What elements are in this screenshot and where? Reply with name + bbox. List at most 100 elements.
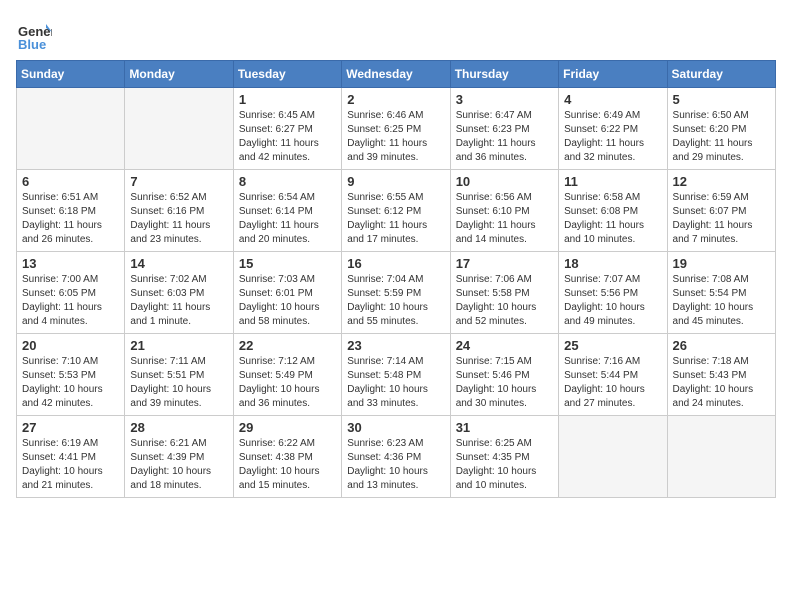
day-info: Sunrise: 6:51 AM Sunset: 6:18 PM Dayligh… (22, 191, 119, 247)
day-number: 23 (347, 338, 444, 353)
day-info: Sunrise: 6:19 AM Sunset: 4:41 PM Dayligh… (22, 437, 119, 493)
calendar-cell: 17 Sunrise: 7:06 AM Sunset: 5:58 PM Dayli… (450, 252, 558, 334)
day-number: 2 (347, 92, 444, 107)
calendar-cell (17, 88, 125, 170)
day-info: Sunrise: 6:49 AM Sunset: 6:22 PM Dayligh… (564, 109, 661, 165)
day-number: 14 (130, 256, 227, 271)
day-info: Sunrise: 6:21 AM Sunset: 4:39 PM Dayligh… (130, 437, 227, 493)
day-info: Sunrise: 7:16 AM Sunset: 5:44 PM Dayligh… (564, 355, 661, 411)
day-info: Sunrise: 7:10 AM Sunset: 5:53 PM Dayligh… (22, 355, 119, 411)
calendar-cell: 26 Sunrise: 7:18 AM Sunset: 5:43 PM Dayli… (667, 334, 775, 416)
calendar-cell: 25 Sunrise: 7:16 AM Sunset: 5:44 PM Dayli… (559, 334, 667, 416)
day-info: Sunrise: 6:58 AM Sunset: 6:08 PM Dayligh… (564, 191, 661, 247)
day-number: 5 (673, 92, 770, 107)
day-info: Sunrise: 6:54 AM Sunset: 6:14 PM Dayligh… (239, 191, 336, 247)
day-info: Sunrise: 7:00 AM Sunset: 6:05 PM Dayligh… (22, 273, 119, 329)
calendar-cell: 23Sunrise: 7:14 AM Sunset: 5:48 PM Dayli… (342, 334, 450, 416)
day-number: 29 (239, 420, 336, 435)
weekday-header-tuesday: Tuesday (233, 61, 341, 88)
calendar-cell: 11 Sunrise: 6:58 AM Sunset: 6:08 PM Dayli… (559, 170, 667, 252)
day-number: 31 (456, 420, 553, 435)
day-number: 9 (347, 174, 444, 189)
day-number: 24 (456, 338, 553, 353)
calendar-cell: 24 Sunrise: 7:15 AM Sunset: 5:46 PM Dayli… (450, 334, 558, 416)
calendar-cell: 15 Sunrise: 7:03 AM Sunset: 6:01 PM Dayli… (233, 252, 341, 334)
day-info: Sunrise: 7:06 AM Sunset: 5:58 PM Dayligh… (456, 273, 553, 329)
day-info: Sunrise: 7:08 AM Sunset: 5:54 PM Dayligh… (673, 273, 770, 329)
calendar-cell (559, 416, 667, 498)
day-number: 27 (22, 420, 119, 435)
day-info: Sunrise: 7:07 AM Sunset: 5:56 PM Dayligh… (564, 273, 661, 329)
day-number: 26 (673, 338, 770, 353)
day-number: 13 (22, 256, 119, 271)
weekday-header-sunday: Sunday (17, 61, 125, 88)
day-number: 15 (239, 256, 336, 271)
logo-icon: General Blue (16, 16, 52, 52)
day-info: Sunrise: 7:11 AM Sunset: 5:51 PM Dayligh… (130, 355, 227, 411)
calendar-cell: 16 Sunrise: 7:04 AM Sunset: 5:59 PM Dayli… (342, 252, 450, 334)
day-number: 19 (673, 256, 770, 271)
calendar-cell: 28 Sunrise: 6:21 AM Sunset: 4:39 PM Dayli… (125, 416, 233, 498)
day-info: Sunrise: 6:59 AM Sunset: 6:07 PM Dayligh… (673, 191, 770, 247)
day-info: Sunrise: 6:22 AM Sunset: 4:38 PM Dayligh… (239, 437, 336, 493)
day-info: Sunrise: 6:50 AM Sunset: 6:20 PM Dayligh… (673, 109, 770, 165)
calendar-week-row: 13 Sunrise: 7:00 AM Sunset: 6:05 PM Dayli… (17, 252, 776, 334)
calendar-cell: 27 Sunrise: 6:19 AM Sunset: 4:41 PM Dayli… (17, 416, 125, 498)
day-info: Sunrise: 6:56 AM Sunset: 6:10 PM Dayligh… (456, 191, 553, 247)
calendar-cell: 21 Sunrise: 7:11 AM Sunset: 5:51 PM Dayli… (125, 334, 233, 416)
calendar-cell: 2 Sunrise: 6:46 AM Sunset: 6:25 PM Daylig… (342, 88, 450, 170)
calendar-week-row: 27 Sunrise: 6:19 AM Sunset: 4:41 PM Dayli… (17, 416, 776, 498)
day-info: Sunrise: 7:02 AM Sunset: 6:03 PM Dayligh… (130, 273, 227, 329)
day-info: Sunrise: 6:45 AM Sunset: 6:27 PM Dayligh… (239, 109, 336, 165)
calendar-cell: 12 Sunrise: 6:59 AM Sunset: 6:07 PM Dayli… (667, 170, 775, 252)
day-number: 22 (239, 338, 336, 353)
day-info: Sunrise: 6:47 AM Sunset: 6:23 PM Dayligh… (456, 109, 553, 165)
calendar-cell: 8 Sunrise: 6:54 AM Sunset: 6:14 PM Daylig… (233, 170, 341, 252)
calendar-cell: 18 Sunrise: 7:07 AM Sunset: 5:56 PM Dayli… (559, 252, 667, 334)
day-info: Sunrise: 6:55 AM Sunset: 6:12 PM Dayligh… (347, 191, 444, 247)
calendar-table: SundayMondayTuesdayWednesdayThursdayFrid… (16, 60, 776, 498)
weekday-header-friday: Friday (559, 61, 667, 88)
day-info: Sunrise: 7:15 AM Sunset: 5:46 PM Dayligh… (456, 355, 553, 411)
day-number: 30 (347, 420, 444, 435)
calendar-cell: 4 Sunrise: 6:49 AM Sunset: 6:22 PM Daylig… (559, 88, 667, 170)
calendar-cell: 5 Sunrise: 6:50 AM Sunset: 6:20 PM Daylig… (667, 88, 775, 170)
day-number: 12 (673, 174, 770, 189)
calendar-cell: 14 Sunrise: 7:02 AM Sunset: 6:03 PM Dayli… (125, 252, 233, 334)
day-number: 10 (456, 174, 553, 189)
calendar-week-row: 6Sunrise: 6:51 AM Sunset: 6:18 PM Daylig… (17, 170, 776, 252)
day-number: 11 (564, 174, 661, 189)
calendar-week-row: 1Sunrise: 6:45 AM Sunset: 6:27 PM Daylig… (17, 88, 776, 170)
day-info: Sunrise: 7:18 AM Sunset: 5:43 PM Dayligh… (673, 355, 770, 411)
logo: General Blue (16, 16, 56, 52)
day-number: 16 (347, 256, 444, 271)
day-number: 25 (564, 338, 661, 353)
calendar-cell: 13 Sunrise: 7:00 AM Sunset: 6:05 PM Dayli… (17, 252, 125, 334)
day-info: Sunrise: 6:52 AM Sunset: 6:16 PM Dayligh… (130, 191, 227, 247)
day-info: Sunrise: 6:46 AM Sunset: 6:25 PM Dayligh… (347, 109, 444, 165)
day-number: 8 (239, 174, 336, 189)
day-info: Sunrise: 7:04 AM Sunset: 5:59 PM Dayligh… (347, 273, 444, 329)
calendar-cell: 1Sunrise: 6:45 AM Sunset: 6:27 PM Daylig… (233, 88, 341, 170)
calendar-cell: 6Sunrise: 6:51 AM Sunset: 6:18 PM Daylig… (17, 170, 125, 252)
day-number: 18 (564, 256, 661, 271)
svg-text:Blue: Blue (18, 37, 46, 52)
weekday-header-monday: Monday (125, 61, 233, 88)
day-info: Sunrise: 7:03 AM Sunset: 6:01 PM Dayligh… (239, 273, 336, 329)
day-info: Sunrise: 6:25 AM Sunset: 4:35 PM Dayligh… (456, 437, 553, 493)
weekday-header-wednesday: Wednesday (342, 61, 450, 88)
weekday-header-thursday: Thursday (450, 61, 558, 88)
day-number: 4 (564, 92, 661, 107)
day-info: Sunrise: 7:12 AM Sunset: 5:49 PM Dayligh… (239, 355, 336, 411)
calendar-cell: 3Sunrise: 6:47 AM Sunset: 6:23 PM Daylig… (450, 88, 558, 170)
calendar-cell (667, 416, 775, 498)
day-number: 21 (130, 338, 227, 353)
calendar-cell: 20 Sunrise: 7:10 AM Sunset: 5:53 PM Dayli… (17, 334, 125, 416)
day-number: 28 (130, 420, 227, 435)
weekday-header-saturday: Saturday (667, 61, 775, 88)
calendar-cell: 9 Sunrise: 6:55 AM Sunset: 6:12 PM Daylig… (342, 170, 450, 252)
page-header: General Blue (16, 16, 776, 52)
day-number: 17 (456, 256, 553, 271)
day-number: 7 (130, 174, 227, 189)
day-number: 20 (22, 338, 119, 353)
